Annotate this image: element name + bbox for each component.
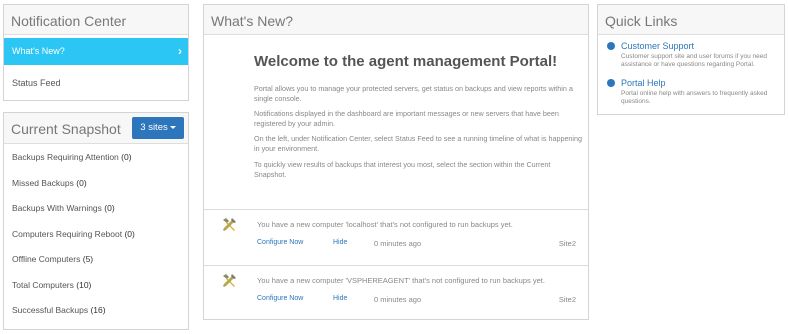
snapshot-row-offline-computers[interactable]: Offline Computers (5): [4, 247, 188, 273]
nav-item-whats-new[interactable]: What's New? ›: [4, 38, 188, 65]
sites-button-label: 3 sites: [140, 122, 168, 133]
intro-paragraph: On the left, under Notification Center, …: [254, 134, 583, 153]
chevron-right-icon: ›: [178, 44, 182, 58]
snapshot-row-successful-backups[interactable]: Successful Backups (16): [4, 298, 188, 324]
message-time: 0 minutes ago: [374, 295, 422, 304]
snapshot-row-count: (0): [124, 228, 135, 239]
intro-paragraph: Notifications displayed in the dashboard…: [254, 109, 559, 128]
sites-dropdown-button[interactable]: 3 sites: [132, 117, 184, 139]
nav-item-label: What's New?: [12, 46, 65, 56]
notification-center-title: Notification Center: [4, 5, 188, 35]
snapshot-row-count: (16): [90, 305, 106, 315]
welcome-heading: Welcome to the agent management Portal!: [254, 53, 558, 70]
current-snapshot-panel: Current Snapshot 3 sites Backups Requiri…: [3, 112, 189, 330]
hide-link[interactable]: Hide: [333, 239, 347, 246]
snapshot-row-count: (0): [104, 203, 115, 213]
globe-icon: [607, 79, 615, 87]
quick-links-title: Quick Links: [598, 5, 784, 35]
snapshot-row-count: (10): [76, 279, 92, 290]
snapshot-row-label: Offline Computers: [12, 254, 81, 264]
snapshot-row-total-computers[interactable]: Total Computers (10): [4, 273, 188, 299]
snapshot-row-missed-backups[interactable]: Missed Backups (0): [4, 171, 188, 197]
notification-center-panel: Notification Center What's New? › Status…: [3, 4, 189, 101]
snapshot-row-count: (5): [82, 254, 94, 264]
snapshot-row-backups-requiring-attention[interactable]: Backups Requiring Attention (0): [4, 145, 188, 171]
tools-icon: [223, 218, 236, 231]
snapshot-row-computers-requiring-reboot[interactable]: Computers Requiring Reboot (0): [4, 222, 188, 248]
hide-link[interactable]: Hide: [333, 295, 347, 302]
message-site: Site2: [558, 295, 576, 304]
snapshot-row-label: Backups Requiring Attention: [12, 152, 119, 162]
snapshot-row-label: Successful Backups: [12, 305, 89, 315]
intro-paragraph: To quickly view results of backups that …: [254, 160, 551, 179]
portal-help-link[interactable]: Portal Help: [621, 78, 666, 88]
configure-now-link[interactable]: Configure Now: [257, 295, 303, 302]
message-text: You have a new computer 'VSPHEREAGENT' t…: [257, 276, 545, 285]
nav-item-status-feed[interactable]: Status Feed: [4, 70, 188, 97]
snapshot-row-label: Computers Requiring Reboot: [12, 228, 123, 239]
tools-icon: [223, 274, 236, 287]
snapshot-row-label: Missed Backups: [12, 177, 74, 188]
whats-new-title: What's New?: [204, 5, 588, 35]
quick-link-description: Customer support site and user forums if…: [621, 53, 767, 68]
quick-links-panel: Quick Links Customer Support Customer su…: [597, 4, 785, 115]
message-time: 0 minutes ago: [374, 239, 422, 248]
nav-item-label: Status Feed: [12, 78, 61, 88]
whats-new-panel: What's New? Welcome to the agent managem…: [203, 4, 589, 320]
snapshot-row-label: Backups With Warnings: [12, 203, 102, 213]
message-site: Site2: [558, 239, 576, 248]
customer-support-link[interactable]: Customer Support: [621, 41, 694, 51]
snapshot-row-backups-with-warnings[interactable]: Backups With Warnings (0): [4, 196, 188, 222]
intro-paragraph: Portal allows you to manage your protect…: [254, 84, 573, 103]
quick-link-description: Portal online help with answers to frequ…: [621, 90, 768, 105]
snapshot-row-count: (0): [121, 152, 132, 162]
notification-message: You have a new computer 'VSPHEREAGENT' t…: [204, 266, 588, 320]
configure-now-link[interactable]: Configure Now: [257, 239, 303, 246]
notification-message: You have a new computer 'localhost' that…: [204, 210, 588, 266]
caret-down-icon: [169, 125, 176, 129]
snapshot-row-count: (0): [76, 177, 87, 188]
snapshot-row-label: Total Computers: [12, 279, 74, 290]
message-text: You have a new computer 'localhost' that…: [257, 220, 513, 229]
globe-icon: [607, 42, 615, 50]
